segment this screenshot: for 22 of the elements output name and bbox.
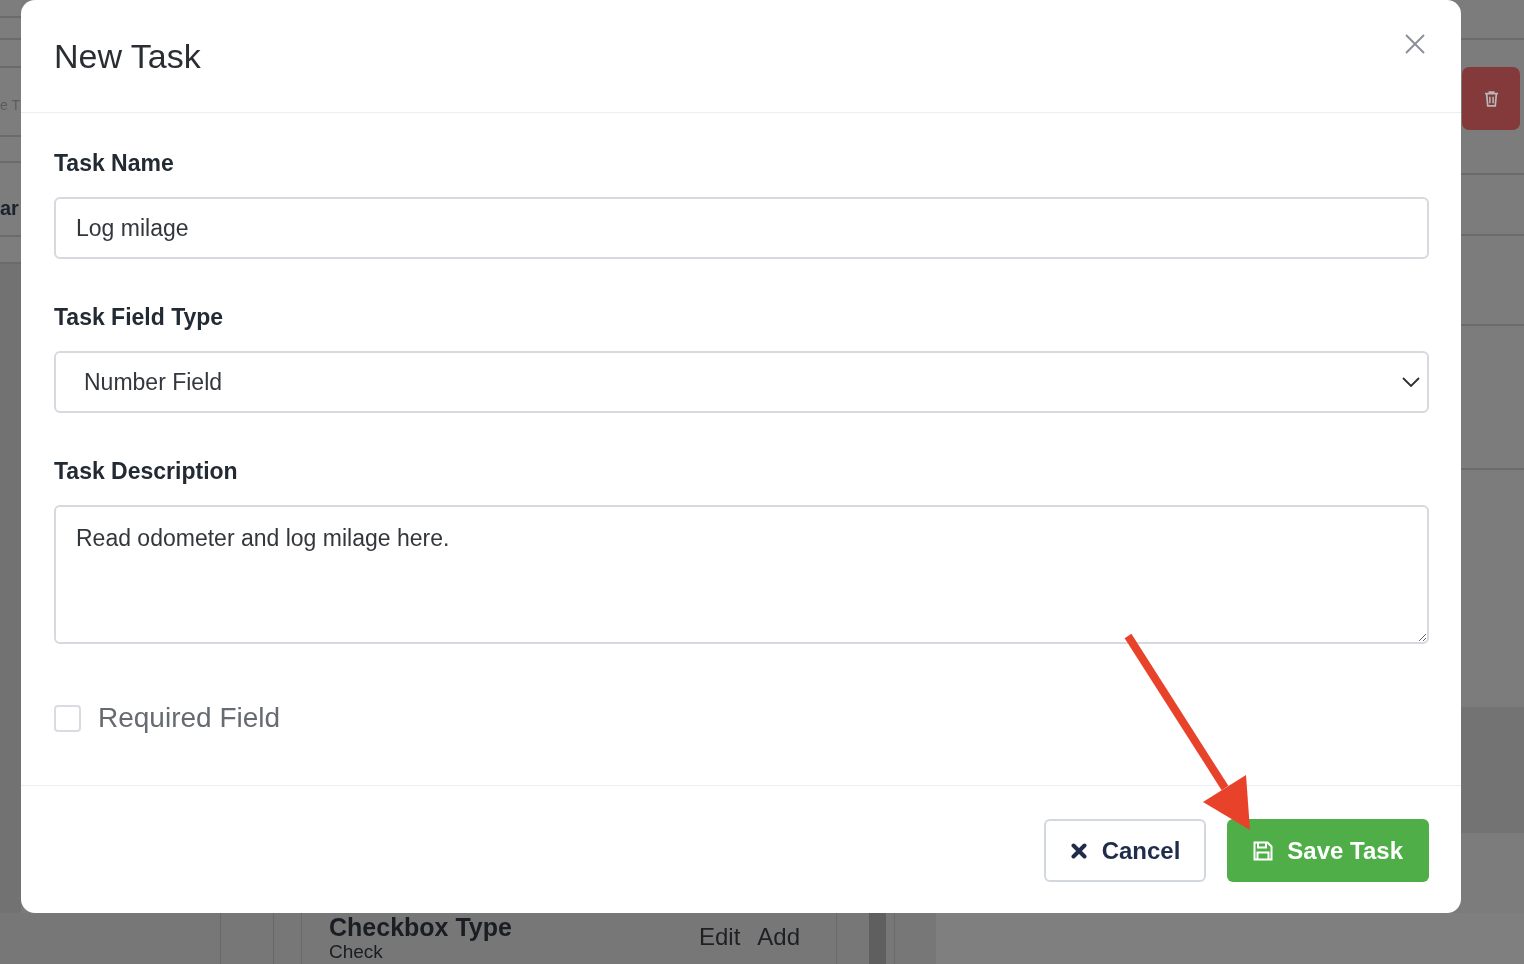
trash-icon xyxy=(1483,89,1499,108)
x-icon xyxy=(1070,842,1087,859)
close-button[interactable] xyxy=(1405,34,1425,54)
field-label: Task Name xyxy=(54,149,174,177)
dialog-title: New Task xyxy=(54,36,201,76)
textarea[interactable]: Read odometer and log milage here. xyxy=(54,505,1429,644)
select-dropdown[interactable]: Number Field xyxy=(54,351,1429,413)
action-link[interactable]: Edit xyxy=(698,923,741,951)
field-label: Task Description xyxy=(54,457,238,485)
chevron-down-icon xyxy=(1402,377,1420,387)
checkbox[interactable] xyxy=(54,704,81,732)
card-subtitle: Check xyxy=(329,941,384,963)
cancel-button[interactable]: Cancel xyxy=(1043,819,1207,882)
text-input[interactable]: Log milage xyxy=(54,197,1429,259)
text-fragment: ar xyxy=(0,196,19,218)
field-label: Task Field Type xyxy=(54,303,224,331)
close-icon xyxy=(1405,34,1425,54)
checkbox-label: Required Field xyxy=(98,702,281,734)
action-link[interactable]: Add xyxy=(757,923,800,951)
scrollbar[interactable] xyxy=(869,913,886,964)
delete-button[interactable] xyxy=(1462,67,1520,130)
card-title: Checkbox Type xyxy=(329,914,512,941)
